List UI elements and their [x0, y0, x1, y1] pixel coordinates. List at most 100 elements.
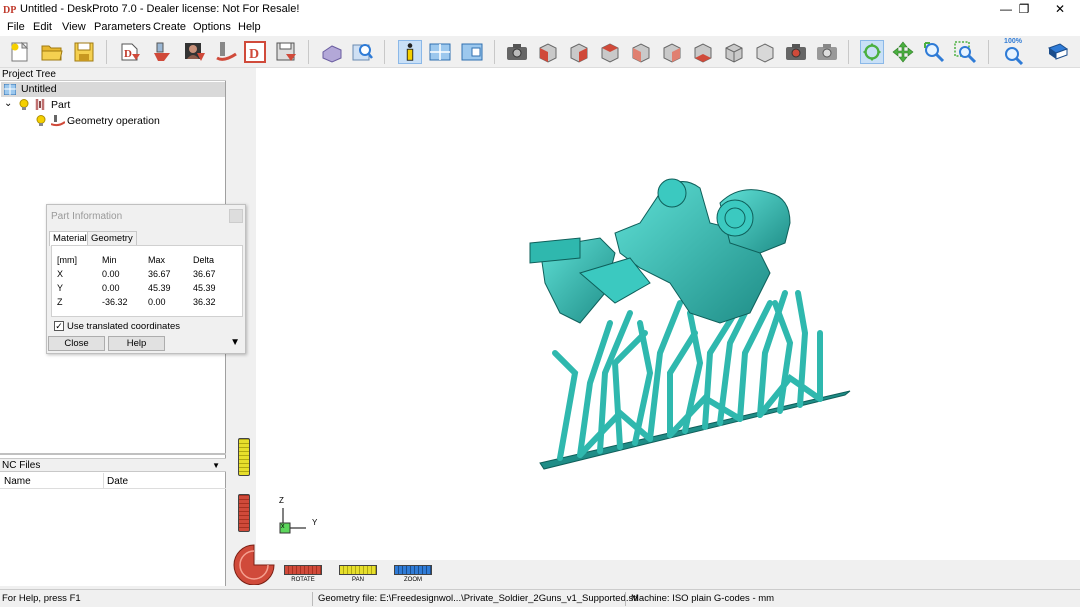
header-max: Max — [148, 255, 166, 265]
menu-create[interactable]: Create — [153, 21, 186, 33]
view-iso2-icon[interactable] — [753, 40, 777, 64]
translated-coordinates-label: Use translated coordinates — [67, 321, 181, 332]
toolbar-separator — [494, 40, 495, 64]
nc-files-dropdown-icon[interactable]: ▼ — [212, 459, 220, 473]
help-book-icon[interactable] — [1046, 40, 1070, 64]
row-z-min: -36.32 — [102, 297, 128, 307]
lightbulb-icon[interactable] — [19, 99, 29, 111]
3d-viewport[interactable]: ◂ — [230, 68, 1080, 586]
nc-files-columns: Name Date — [0, 473, 226, 489]
dialog-expand-icon[interactable]: ▼ — [230, 337, 240, 348]
view-iso-icon[interactable] — [722, 40, 746, 64]
rotate-label: ROTATE — [291, 577, 315, 583]
preview-icon[interactable] — [350, 40, 374, 64]
camera-record-icon[interactable] — [784, 40, 808, 64]
header-min: Min — [102, 255, 117, 265]
svg-text:D: D — [124, 48, 132, 60]
status-divider — [625, 592, 626, 606]
tree-label-part: Part — [51, 99, 71, 111]
view-window-icon[interactable] — [460, 40, 484, 64]
close-button[interactable]: ✕ — [1044, 0, 1076, 18]
pan-label: PAN — [352, 577, 364, 583]
column-header-date[interactable]: Date — [107, 476, 128, 487]
tree-item-geometry-operation[interactable]: Geometry operation — [36, 114, 226, 129]
toolbar-separator — [106, 40, 107, 64]
pan-slider[interactable] — [238, 438, 250, 476]
zoom-in-icon[interactable] — [922, 40, 946, 64]
axis-triad-icon — [279, 508, 306, 534]
row-x-min: 0.00 — [102, 269, 120, 279]
rotate-dial-icon[interactable] — [232, 543, 276, 585]
import-bitmap-icon[interactable] — [182, 40, 206, 64]
axis-x-label: x — [281, 523, 285, 530]
tab-material[interactable]: Material — [49, 231, 91, 246]
panel-splitter[interactable] — [0, 453, 226, 455]
row-y-axis: Y — [57, 283, 64, 293]
menu-edit[interactable]: Edit — [33, 21, 52, 33]
view-bottom-icon[interactable] — [691, 40, 715, 64]
menu-options[interactable]: Options — [193, 21, 231, 33]
rotate-mode-icon[interactable] — [860, 40, 884, 64]
column-header-name[interactable]: Name — [4, 476, 31, 487]
pan-button[interactable] — [339, 565, 377, 575]
column-divider[interactable] — [103, 473, 104, 489]
row-z-axis: Z — [57, 297, 63, 307]
view-back-icon[interactable] — [567, 40, 591, 64]
status-divider — [312, 592, 313, 606]
menu-parameters[interactable]: Parameters — [94, 21, 151, 33]
create-drawing-icon[interactable]: D — [243, 40, 267, 64]
import-part-icon[interactable] — [150, 40, 174, 64]
menu-view[interactable]: View — [62, 21, 86, 33]
main-toolbar: D D 100% — [0, 36, 1080, 68]
toolbar-separator — [988, 40, 989, 64]
zoom-100-label: 100% — [1004, 38, 1022, 45]
zoom-magnifier-icon — [1005, 47, 1024, 66]
camera-icon[interactable] — [505, 40, 529, 64]
menu-file[interactable]: File — [7, 21, 25, 33]
dialog-close-icon[interactable] — [229, 209, 243, 223]
camera-settings-icon[interactable] — [815, 40, 839, 64]
row-z-max: 0.00 — [148, 297, 166, 307]
rotate-button[interactable] — [284, 565, 322, 575]
lightbulb-icon[interactable] — [36, 115, 46, 127]
create-operation-icon[interactable] — [214, 40, 238, 64]
help-button-dialog[interactable]: Help — [108, 336, 165, 351]
view-layout-icon[interactable] — [428, 40, 452, 64]
dialog-title: Part Information — [51, 211, 123, 222]
viewport-bottom-strip — [256, 560, 1080, 586]
translated-coordinates-checkbox[interactable]: ✓ — [54, 321, 64, 331]
save-icon[interactable] — [72, 40, 96, 64]
close-button-dialog[interactable]: Close — [48, 336, 105, 351]
title-bar: DP Untitled - DeskProto 7.0 - Dealer lic… — [0, 0, 1080, 18]
3d-model-soldier — [529, 178, 851, 470]
info-icon[interactable] — [398, 40, 422, 64]
project-icon — [4, 84, 16, 95]
render-icon[interactable] — [320, 40, 344, 64]
zoom-100-icon[interactable]: 100% — [998, 38, 1028, 66]
view-front-icon[interactable] — [536, 40, 560, 64]
menu-help[interactable]: Help — [238, 21, 261, 33]
view-right-icon[interactable] — [629, 40, 653, 64]
new-project-icon[interactable] — [8, 40, 32, 64]
view-left-icon[interactable] — [598, 40, 622, 64]
open-folder-icon[interactable] — [40, 40, 64, 64]
view-top-icon[interactable] — [660, 40, 684, 64]
window-title: Untitled - DeskProto 7.0 - Dealer licens… — [20, 3, 300, 15]
zoom-window-icon[interactable] — [953, 40, 977, 64]
svg-text:D: D — [249, 47, 259, 62]
zoom-button[interactable] — [394, 565, 432, 575]
rotate-slider[interactable] — [238, 494, 250, 532]
expand-chevron-icon[interactable]: ⌄ — [4, 96, 12, 111]
save-nc-icon[interactable] — [274, 40, 298, 64]
toolbar-separator — [384, 40, 385, 64]
axis-y-label: Y — [312, 518, 318, 527]
tree-item-untitled[interactable]: Untitled — [1, 82, 225, 97]
import-geometry-icon[interactable]: D — [118, 40, 142, 64]
pan-mode-icon[interactable] — [891, 40, 915, 64]
restore-button[interactable]: ❐ — [1008, 0, 1040, 18]
zoom-label: ZOOM — [404, 577, 422, 583]
tab-geometry[interactable]: Geometry — [87, 231, 137, 246]
tree-item-part[interactable]: ⌄ Part — [4, 98, 204, 113]
header-delta: Delta — [193, 255, 215, 265]
axis-z-label: Z — [279, 496, 284, 505]
